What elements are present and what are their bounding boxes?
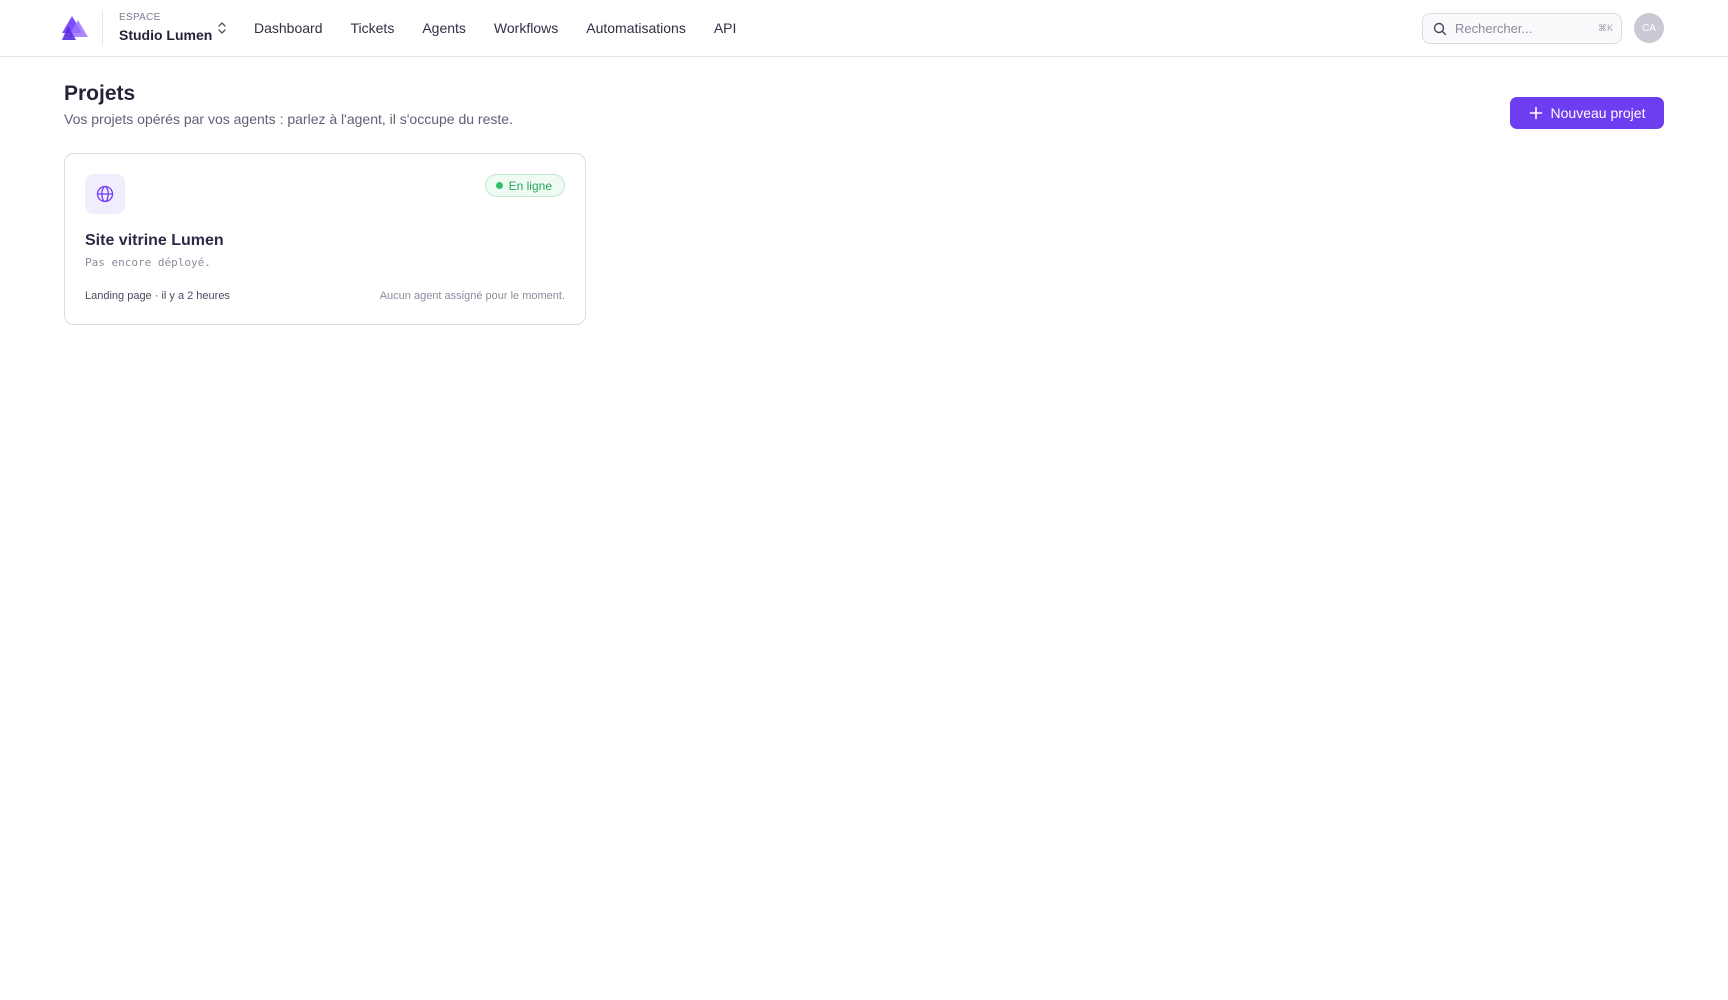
status-label: En ligne xyxy=(508,178,552,193)
nav-item-dashboard[interactable]: Dashboard xyxy=(254,17,323,39)
nav-item-workflows[interactable]: Workflows xyxy=(494,17,558,39)
page-title: Projets xyxy=(64,82,136,105)
page-subtitle: Vos projets opérés par vos agents : parl… xyxy=(64,111,513,127)
new-project-label: Nouveau projet xyxy=(1550,105,1646,121)
globe-icon xyxy=(85,174,125,214)
new-project-button[interactable]: Nouveau projet xyxy=(1510,97,1664,129)
workspace-kicker: ESPACE xyxy=(119,12,161,23)
plus-icon xyxy=(1529,106,1543,120)
project-deploy-status: Pas encore déployé. xyxy=(85,256,211,269)
nav-item-tickets[interactable]: Tickets xyxy=(351,17,395,39)
main-nav: Dashboard Tickets Agents Workflows Autom… xyxy=(254,17,764,39)
app-logo-icon[interactable] xyxy=(62,16,88,40)
search-input[interactable] xyxy=(1455,21,1595,36)
chevron-up-down-icon xyxy=(215,21,229,35)
search-box[interactable]: ⌘K xyxy=(1422,13,1622,44)
project-agent-info: Aucun agent assigné pour le moment. xyxy=(379,290,565,302)
project-card[interactable]: En ligne Site vitrine Lumen Pas encore d… xyxy=(64,153,586,325)
user-avatar[interactable]: CA xyxy=(1634,13,1664,43)
status-dot-icon xyxy=(495,182,503,189)
project-meta: Landing page · il y a 2 heures xyxy=(85,290,230,302)
search-icon xyxy=(1433,22,1447,36)
workspace-name: Studio Lumen xyxy=(119,27,213,43)
nav-item-agents[interactable]: Agents xyxy=(422,17,466,39)
project-title: Site vitrine Lumen xyxy=(85,232,224,249)
workspace-switcher[interactable]: ESPACE Studio Lumen xyxy=(102,10,232,46)
nav-item-automatisations[interactable]: Automatisations xyxy=(586,17,686,39)
status-badge: En ligne xyxy=(484,174,565,197)
nav-item-api[interactable]: API xyxy=(714,17,737,39)
search-shortcut-hint: ⌘K xyxy=(1597,23,1613,33)
top-navigation-bar: ESPACE Studio Lumen Dashboard Tickets Ag… xyxy=(0,0,1728,57)
